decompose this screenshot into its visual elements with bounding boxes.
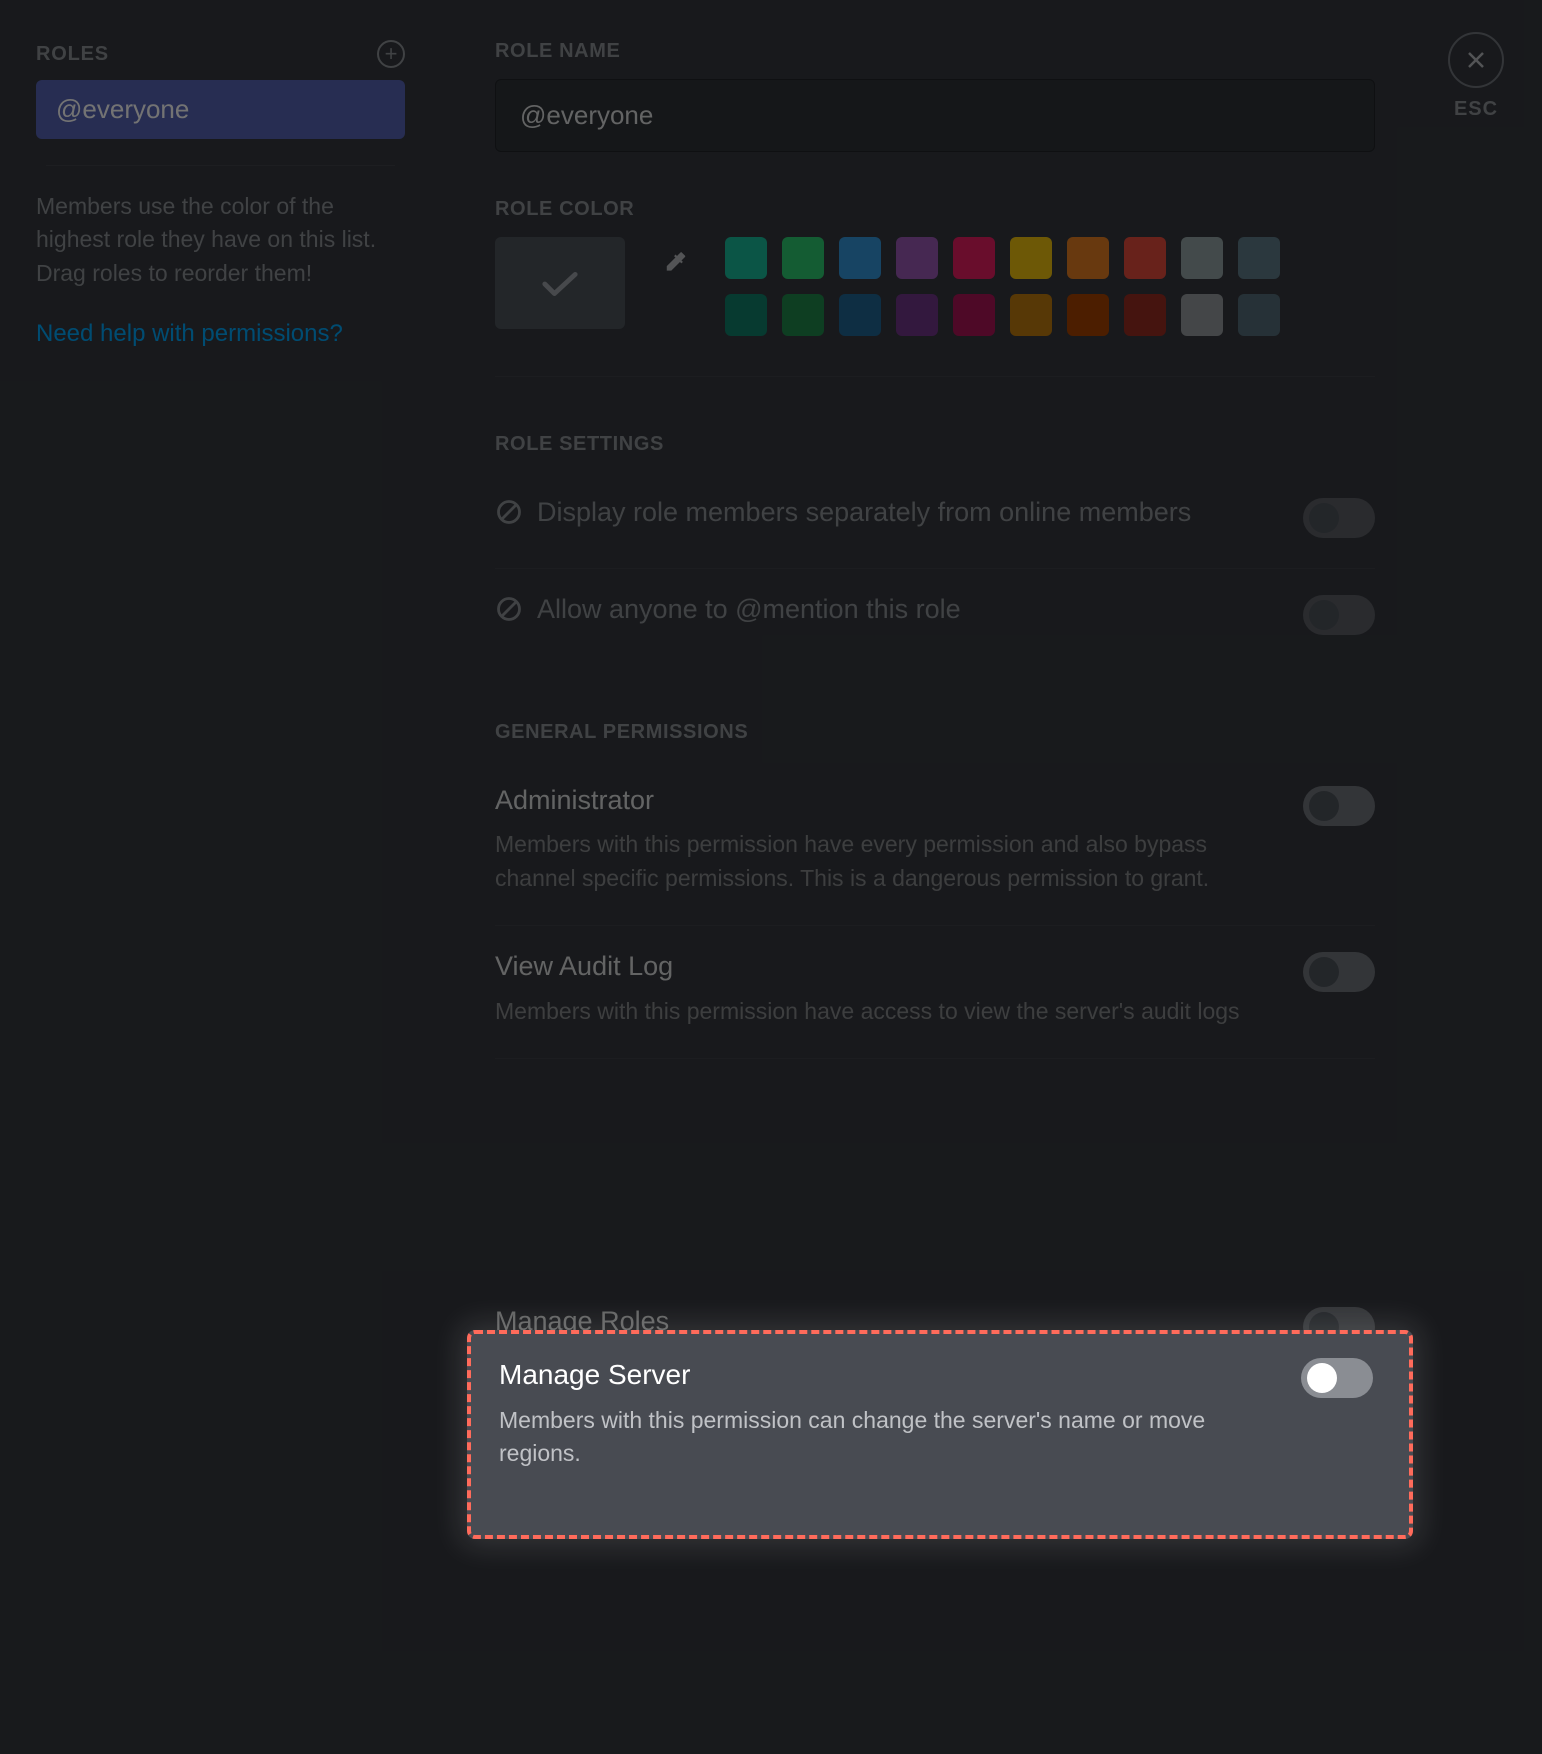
roles-hint: Members use the color of the highest rol…	[36, 190, 405, 290]
color-swatch[interactable]	[1181, 237, 1223, 279]
manage-server-placeholder	[495, 1059, 1375, 1281]
manage-server-highlight: Manage Server Members with this permissi…	[467, 1330, 1413, 1539]
close-button[interactable]	[1448, 32, 1504, 88]
color-swatch[interactable]	[1238, 237, 1280, 279]
role-name-input[interactable]: @everyone	[495, 79, 1375, 152]
color-swatch[interactable]	[1238, 294, 1280, 336]
color-swatch[interactable]	[839, 237, 881, 279]
prohibited-icon	[495, 498, 523, 526]
color-swatch[interactable]	[953, 237, 995, 279]
roles-header: Roles	[36, 43, 109, 66]
color-swatch[interactable]	[953, 294, 995, 336]
setting-title: Allow anyone to @mention this role	[537, 591, 961, 627]
role-settings-header: Role Settings	[495, 433, 1375, 456]
color-swatch[interactable]	[839, 294, 881, 336]
color-swatch[interactable]	[725, 294, 767, 336]
permissions-help-link[interactable]: Need help with permissions?	[36, 320, 343, 347]
color-swatch[interactable]	[782, 294, 824, 336]
toggle-allow-mention[interactable]	[1303, 595, 1375, 635]
toggle-administrator[interactable]	[1303, 786, 1375, 826]
color-swatch[interactable]	[1124, 237, 1166, 279]
color-swatch[interactable]	[896, 237, 938, 279]
color-swatch[interactable]	[1010, 237, 1052, 279]
toggle-view-audit-log[interactable]	[1303, 952, 1375, 992]
role-list-item[interactable]: @everyone	[36, 80, 405, 139]
color-swatch[interactable]	[1067, 294, 1109, 336]
color-swatch-grid	[725, 237, 1280, 336]
toggle-manage-server[interactable]	[1301, 1358, 1373, 1398]
general-permissions-header: General Permissions	[495, 721, 1375, 744]
role-color-label: Role Color	[495, 198, 1375, 221]
close-label: ESC	[1454, 98, 1498, 121]
prohibited-icon	[495, 595, 523, 623]
color-swatch[interactable]	[1067, 237, 1109, 279]
setting-title: Manage Server	[499, 1356, 1281, 1394]
color-swatch[interactable]	[725, 237, 767, 279]
toggle-display-separately[interactable]	[1303, 498, 1375, 538]
color-swatch[interactable]	[896, 294, 938, 336]
check-icon	[540, 268, 580, 298]
divider	[495, 376, 1375, 377]
color-swatch[interactable]	[1124, 294, 1166, 336]
add-role-icon[interactable]: +	[377, 40, 405, 68]
color-swatch[interactable]	[1181, 294, 1223, 336]
default-color-swatch[interactable]	[495, 237, 625, 329]
setting-description: Members with this permission have access…	[495, 995, 1283, 1028]
setting-description: Members with this permission have every …	[495, 828, 1283, 895]
eyedropper-icon[interactable]	[662, 249, 688, 280]
divider	[46, 165, 395, 166]
setting-title: Administrator	[495, 782, 1283, 818]
setting-title: Display role members separately from onl…	[537, 494, 1191, 530]
color-swatch[interactable]	[1010, 294, 1052, 336]
setting-title: View Audit Log	[495, 948, 1283, 984]
setting-description: Members with this permission can change …	[499, 1404, 1281, 1471]
color-swatch[interactable]	[782, 237, 824, 279]
role-name-label: Role Name	[495, 40, 1375, 63]
